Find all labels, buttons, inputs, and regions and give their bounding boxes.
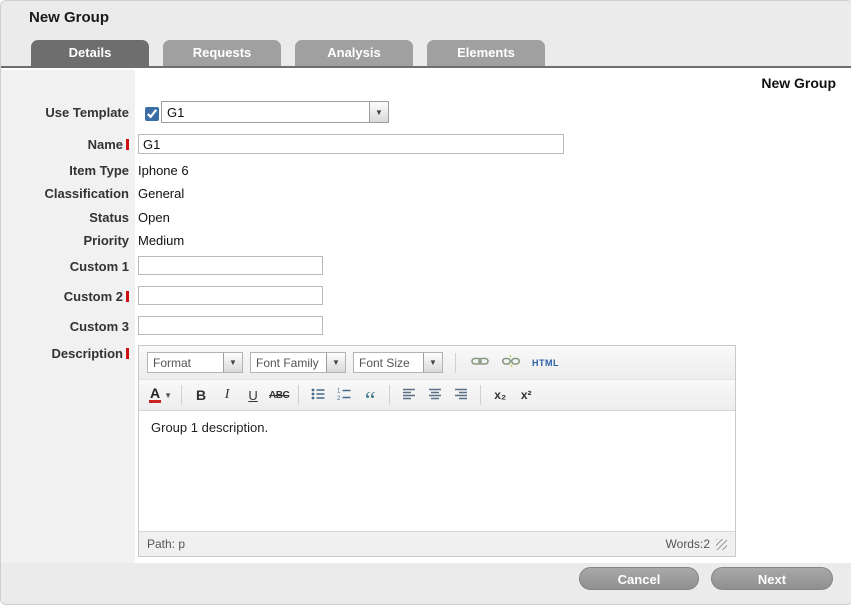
tab-elements[interactable]: Elements	[427, 40, 545, 66]
italic-button[interactable]: I	[215, 383, 239, 407]
chevron-down-icon[interactable]: ▼	[369, 102, 388, 122]
custom2-label: Custom 2	[1, 289, 129, 304]
description-editor: Format ▼ Font Family ▼ Font Size ▼ HTML …	[138, 345, 736, 557]
name-label-text: Name	[88, 137, 123, 152]
blockquote-icon: “	[365, 385, 376, 405]
align-right-button[interactable]	[449, 383, 473, 407]
status-value: Open	[138, 210, 170, 225]
toolbar-separator	[181, 385, 182, 405]
name-input[interactable]	[138, 134, 564, 154]
strikethrough-button[interactable]: ABC	[267, 383, 291, 407]
item-type-label: Item Type	[1, 163, 129, 178]
editor-word-count: Words:2	[666, 537, 710, 551]
tab-details[interactable]: Details	[31, 40, 149, 66]
custom1-label-text: Custom 1	[70, 259, 129, 274]
template-select-value: G1	[162, 105, 369, 120]
status-label: Status	[1, 210, 129, 225]
editor-words-wrap: Words:2	[666, 537, 727, 551]
use-template-checkbox[interactable]	[145, 107, 159, 121]
description-label-text: Description	[51, 346, 123, 361]
align-left-button[interactable]	[397, 383, 421, 407]
priority-label-text: Priority	[83, 233, 129, 248]
description-label: Description	[1, 346, 129, 361]
blockquote-button[interactable]: “	[358, 383, 382, 407]
svg-text:2: 2	[337, 396, 341, 402]
toolbar-separator	[298, 385, 299, 405]
editor-content[interactable]: Group 1 description.	[139, 411, 735, 531]
numbered-list-button[interactable]: 12	[332, 383, 356, 407]
section-title: New Group	[761, 75, 836, 91]
resize-handle-icon[interactable]	[716, 539, 727, 550]
toolbar-separator	[480, 385, 481, 405]
editor-toolbar-row2: A▼ B I U ABC 12 “ x₂ x²	[139, 380, 735, 411]
item-type-value: Iphone 6	[138, 163, 189, 178]
use-template-label-text: Use Template	[45, 105, 129, 120]
priority-value: Medium	[138, 233, 184, 248]
editor-path: Path: p	[147, 537, 185, 551]
link-icon	[471, 353, 489, 372]
new-group-window: New Group Details Requests Analysis Elem…	[0, 0, 851, 605]
status-label-text: Status	[89, 210, 129, 225]
toolbar-separator	[455, 353, 456, 373]
numbered-list-icon: 12	[336, 386, 352, 405]
align-left-icon	[401, 386, 417, 405]
bullet-list-icon	[310, 386, 326, 405]
custom1-input[interactable]	[138, 256, 323, 275]
underline-button[interactable]: U	[241, 383, 265, 407]
template-select[interactable]: G1 ▼	[161, 101, 389, 123]
classification-label: Classification	[1, 186, 129, 201]
required-marker	[126, 348, 129, 359]
required-marker	[126, 139, 129, 150]
font-color-button[interactable]: A▼	[147, 383, 174, 407]
svg-text:1: 1	[337, 388, 341, 394]
align-center-button[interactable]	[423, 383, 447, 407]
item-type-label-text: Item Type	[69, 163, 129, 178]
custom2-input[interactable]	[138, 286, 323, 305]
custom2-label-text: Custom 2	[64, 289, 123, 304]
page-title: New Group	[29, 9, 109, 26]
next-button[interactable]: Next	[711, 567, 833, 590]
chevron-down-icon[interactable]: ▼	[326, 353, 345, 372]
toolbar-separator	[389, 385, 390, 405]
font-family-select-value: Font Family	[251, 356, 326, 370]
unlink-icon	[502, 353, 520, 372]
classification-value: General	[138, 186, 184, 201]
html-icon: HTML	[532, 358, 559, 368]
name-label: Name	[1, 137, 129, 152]
insert-link-button[interactable]	[468, 351, 492, 375]
font-family-select[interactable]: Font Family ▼	[250, 352, 346, 373]
html-source-button[interactable]: HTML	[530, 351, 561, 375]
format-select[interactable]: Format ▼	[147, 352, 243, 373]
classification-label-text: Classification	[44, 186, 129, 201]
superscript-button[interactable]: x²	[514, 383, 538, 407]
editor-status-bar: Path: p Words:2	[139, 531, 735, 556]
editor-toolbar-row1: Format ▼ Font Family ▼ Font Size ▼ HTML	[139, 346, 735, 380]
align-center-icon	[427, 386, 443, 405]
custom3-label-text: Custom 3	[70, 319, 129, 334]
custom3-input[interactable]	[138, 316, 323, 335]
tab-requests[interactable]: Requests	[163, 40, 281, 66]
bold-button[interactable]: B	[189, 383, 213, 407]
subscript-button[interactable]: x₂	[488, 383, 512, 407]
use-template-label: Use Template	[1, 105, 129, 120]
chevron-down-icon[interactable]: ▼	[223, 353, 242, 372]
align-right-icon	[453, 386, 469, 405]
tab-analysis[interactable]: Analysis	[295, 40, 413, 66]
custom3-label: Custom 3	[1, 319, 129, 334]
priority-label: Priority	[1, 233, 129, 248]
custom1-label: Custom 1	[1, 259, 129, 274]
cancel-button[interactable]: Cancel	[579, 567, 699, 590]
chevron-down-icon: ▼	[164, 391, 172, 400]
unlink-button[interactable]	[499, 351, 523, 375]
font-size-select-value: Font Size	[354, 356, 423, 370]
chevron-down-icon[interactable]: ▼	[423, 353, 442, 372]
tab-bar: Details Requests Analysis Elements	[1, 35, 851, 68]
bullet-list-button[interactable]	[306, 383, 330, 407]
font-color-icon: A	[149, 387, 161, 403]
required-marker	[126, 291, 129, 302]
format-select-value: Format	[148, 356, 223, 370]
font-size-select[interactable]: Font Size ▼	[353, 352, 443, 373]
window-header: New Group	[1, 1, 851, 35]
